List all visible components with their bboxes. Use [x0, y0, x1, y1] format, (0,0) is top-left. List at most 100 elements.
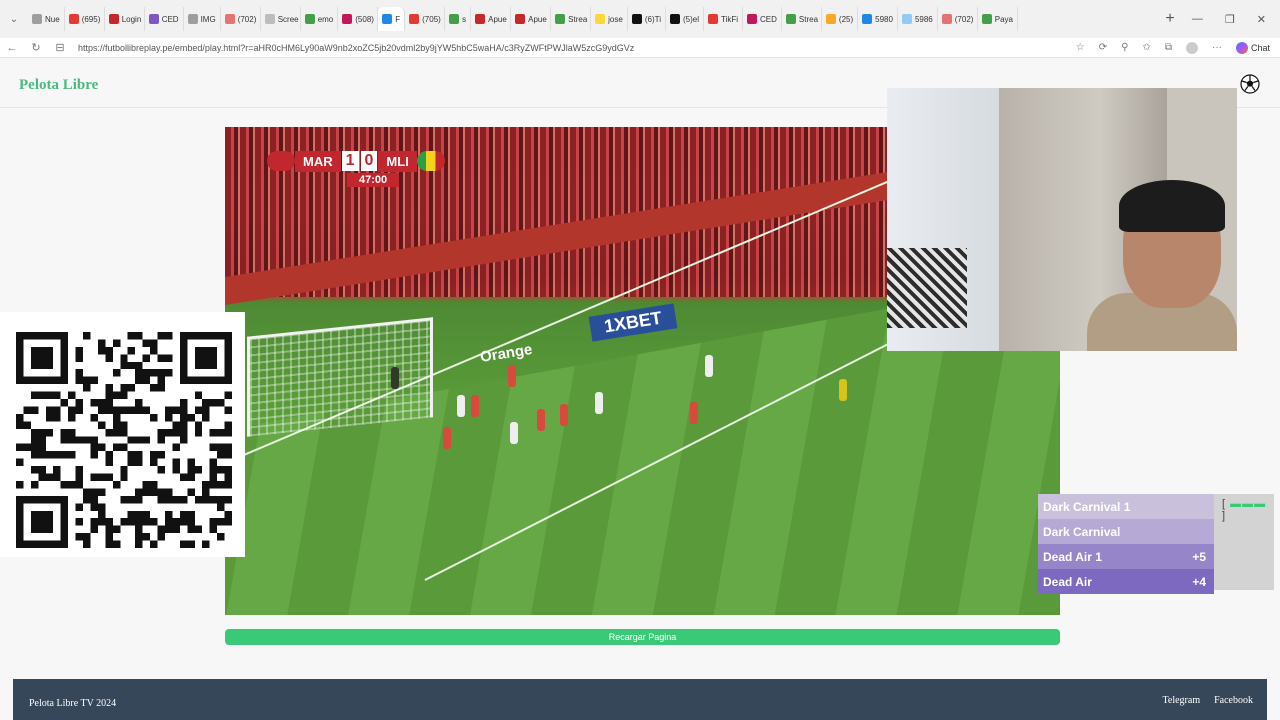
browser-tab[interactable]: Strea	[551, 7, 592, 31]
alert-row: Dead Air +4	[1038, 569, 1214, 594]
webcam-blanket	[887, 248, 967, 328]
alert-bracket: [ ▬▬▬ ]	[1214, 494, 1274, 590]
tab-favicon-icon	[747, 14, 758, 24]
footballer	[595, 392, 603, 414]
browser-tab[interactable]: Scree	[261, 7, 301, 31]
site-footer: Pelota Libre TV 2024 Telegram Facebook	[13, 679, 1267, 720]
restore-icon[interactable]: ❐	[1225, 13, 1235, 26]
browser-tab[interactable]: (705)	[405, 7, 446, 31]
footer-link-telegram[interactable]: Telegram	[1162, 695, 1200, 706]
stream-alerts-panel: Dark Carnival 1 Dark Carnival Dead Air 1 +5…	[1038, 494, 1214, 594]
back-icon[interactable]: ←	[0, 42, 24, 54]
browser-tab[interactable]: 5986	[898, 7, 938, 31]
tab-favicon-icon	[68, 14, 79, 24]
tab-label: jose	[608, 14, 623, 24]
browser-tab[interactable]: (25)	[822, 7, 859, 31]
alert-value: +4	[1192, 574, 1206, 589]
tab-favicon-icon	[224, 14, 235, 24]
tab-favicon-icon	[382, 14, 393, 24]
browser-tab[interactable]: Apue	[471, 7, 512, 31]
favorites-icon[interactable]: ✩	[1142, 42, 1150, 53]
footballer	[690, 402, 698, 424]
home-team: MAR	[295, 150, 341, 172]
sponsor-board: 1XBET	[588, 303, 678, 342]
tab-label: (5)el	[682, 14, 699, 24]
browser-tab[interactable]: (5)el	[666, 7, 704, 31]
tab-favicon-icon	[825, 14, 836, 24]
favorite-star-icon[interactable]: ☆	[1076, 42, 1085, 53]
footer-copyright: Pelota Libre TV 2024	[29, 698, 117, 709]
browser-tab[interactable]: IMG	[184, 7, 221, 31]
tab-label: s	[462, 14, 467, 24]
footballer	[510, 422, 518, 444]
browser-tab[interactable]: Login	[105, 7, 145, 31]
tab-label: TikFi	[721, 14, 739, 24]
tab-favicon-icon	[981, 14, 992, 24]
address-bar: ← ↻ ⊟ https://futbollibreplay.pe/embed/p…	[0, 38, 1280, 58]
profile-avatar[interactable]	[1185, 41, 1198, 54]
chat-label: Chat	[1250, 42, 1270, 53]
qr-code-overlay	[0, 312, 245, 557]
browser-tab[interactable]: (508)	[338, 7, 379, 31]
footballer	[705, 355, 713, 377]
collections-icon[interactable]: ⧉	[1165, 42, 1172, 53]
minimize-icon[interactable]: —	[1192, 13, 1203, 26]
browser-tab[interactable]: CED	[743, 7, 782, 31]
browser-tab[interactable]: 5980	[858, 7, 898, 31]
browser-tab[interactable]: F	[378, 7, 406, 31]
footer-link-facebook[interactable]: Facebook	[1214, 695, 1253, 706]
browser-tab[interactable]: s	[445, 7, 472, 31]
tab-label: Scree	[277, 14, 299, 24]
site-info-icon[interactable]: ⊟	[48, 41, 72, 54]
tab-label: Strea	[568, 14, 588, 24]
tab-list-chevron-icon[interactable]: ⌄	[0, 14, 28, 25]
browser-tab[interactable]: CED	[145, 7, 184, 31]
reload-icon[interactable]: ↻	[24, 41, 48, 54]
alert-row: Dark Carnival 1	[1038, 494, 1214, 519]
tab-favicon-icon	[785, 14, 796, 24]
extension-icon[interactable]: ⚲	[1121, 42, 1128, 53]
browser-tab[interactable]: Apue	[511, 7, 552, 31]
reload-page-button[interactable]: Recargar Pagina	[225, 629, 1060, 645]
match-clock: 47:00	[347, 173, 400, 187]
tab-favicon-icon	[264, 14, 275, 24]
refresh-extension-icon[interactable]: ⟳	[1099, 42, 1107, 53]
browser-tab[interactable]: (702)	[938, 7, 978, 31]
footballer	[508, 365, 516, 387]
browser-tab[interactable]: jose	[591, 7, 628, 31]
alert-value: +5	[1192, 549, 1206, 564]
away-score: 0	[360, 151, 378, 171]
mali-flag-icon	[416, 151, 445, 171]
new-tab-button[interactable]: +	[1158, 10, 1182, 28]
site-logo[interactable]: Pelota Libre	[19, 77, 98, 94]
browser-tab[interactable]: (702)	[221, 7, 261, 31]
more-menu-icon[interactable]: ···	[1212, 42, 1222, 53]
browser-tab[interactable]: TikFi	[704, 7, 744, 31]
browser-tab[interactable]: Nue	[28, 7, 65, 31]
tab-favicon-icon	[595, 14, 606, 24]
webcam-overlay	[887, 88, 1237, 351]
home-score: 1	[341, 151, 359, 171]
copilot-icon	[1235, 41, 1248, 54]
browser-tab[interactable]: emo	[301, 7, 339, 31]
tab-label: CED	[760, 14, 777, 24]
copilot-chat-button[interactable]: Chat	[1235, 41, 1270, 54]
tab-favicon-icon	[708, 14, 718, 24]
browser-tab[interactable]: Paya	[978, 7, 1018, 31]
tab-label: (25)	[838, 14, 854, 24]
footer-links: Telegram Facebook	[1162, 695, 1253, 706]
tab-label: 5986	[914, 14, 933, 24]
window-controls: — ❐ ✕	[1192, 13, 1280, 26]
browser-tab[interactable]: (6)Ti	[628, 7, 666, 31]
browser-tab[interactable]: Strea	[782, 7, 822, 31]
browser-tab[interactable]: (695)	[65, 7, 105, 31]
tab-favicon-icon	[148, 14, 159, 24]
tab-label: (6)Ti	[644, 14, 661, 24]
tab-label: Apue	[488, 14, 507, 24]
alert-row: Dark Carnival	[1038, 519, 1214, 544]
close-icon[interactable]: ✕	[1257, 13, 1266, 26]
footballer	[537, 409, 545, 431]
url-field[interactable]: https://futbollibreplay.pe/embed/play.ht…	[72, 43, 1076, 53]
bracket-right: ]	[1222, 510, 1227, 522]
bracket-label: [ ▬▬▬ ]	[1222, 498, 1274, 522]
